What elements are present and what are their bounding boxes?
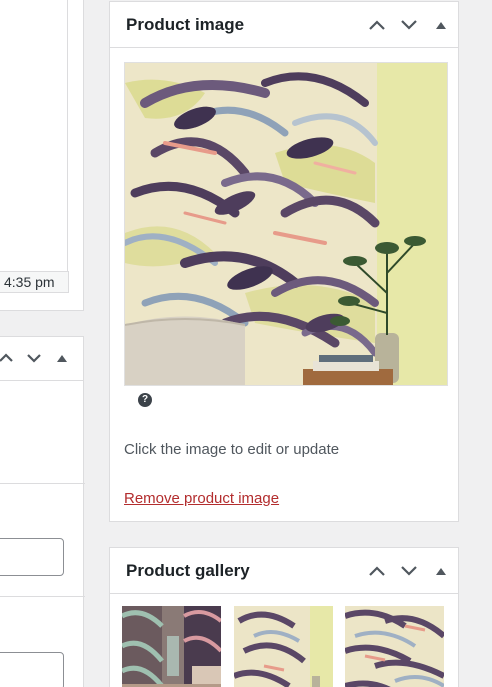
product-image-hint: Click the image to edit or update bbox=[124, 441, 340, 458]
left-editor-panel: 4:35 pm bbox=[0, 0, 84, 311]
text-field[interactable] bbox=[0, 538, 64, 576]
divider bbox=[0, 596, 85, 597]
help-icon[interactable]: ? bbox=[138, 393, 152, 407]
chevron-up-icon[interactable] bbox=[366, 14, 388, 36]
gallery-thumbnail[interactable] bbox=[234, 606, 333, 687]
gallery-thumbnail[interactable] bbox=[345, 606, 444, 687]
swallow-wallpaper-image bbox=[125, 63, 447, 385]
chevron-down-icon[interactable] bbox=[398, 14, 420, 36]
collapse-toggle-icon[interactable] bbox=[430, 560, 452, 582]
gallery-thumbnail[interactable] bbox=[122, 606, 221, 687]
left-meta-panel bbox=[0, 336, 85, 687]
product-gallery-box: Product gallery bbox=[109, 547, 459, 687]
swallow-wallpaper-thumbnail bbox=[234, 606, 333, 687]
chevron-up-icon[interactable] bbox=[366, 560, 388, 582]
left-meta-header bbox=[0, 337, 83, 381]
product-gallery-title: Product gallery bbox=[126, 561, 250, 580]
product-gallery-header: Product gallery bbox=[110, 548, 458, 594]
chevron-down-icon[interactable] bbox=[23, 347, 45, 369]
editor-area[interactable] bbox=[0, 0, 68, 273]
chevron-down-icon[interactable] bbox=[398, 560, 420, 582]
swallow-pattern-thumbnail bbox=[345, 606, 444, 687]
product-image-box: Product image ? Click the image to edit … bbox=[109, 1, 459, 522]
publish-time-field[interactable]: 4:35 pm bbox=[0, 271, 69, 293]
chevron-up-icon[interactable] bbox=[0, 347, 17, 369]
product-image-title: Product image bbox=[126, 15, 245, 34]
text-field[interactable] bbox=[0, 652, 64, 687]
product-image[interactable] bbox=[124, 62, 448, 386]
product-image-header: Product image bbox=[110, 2, 458, 48]
room-wallpaper-thumbnail bbox=[122, 606, 221, 687]
collapse-toggle-icon[interactable] bbox=[51, 347, 73, 369]
remove-product-image-link[interactable]: Remove product image bbox=[124, 490, 279, 507]
collapse-toggle-icon[interactable] bbox=[430, 14, 452, 36]
divider bbox=[0, 483, 85, 484]
